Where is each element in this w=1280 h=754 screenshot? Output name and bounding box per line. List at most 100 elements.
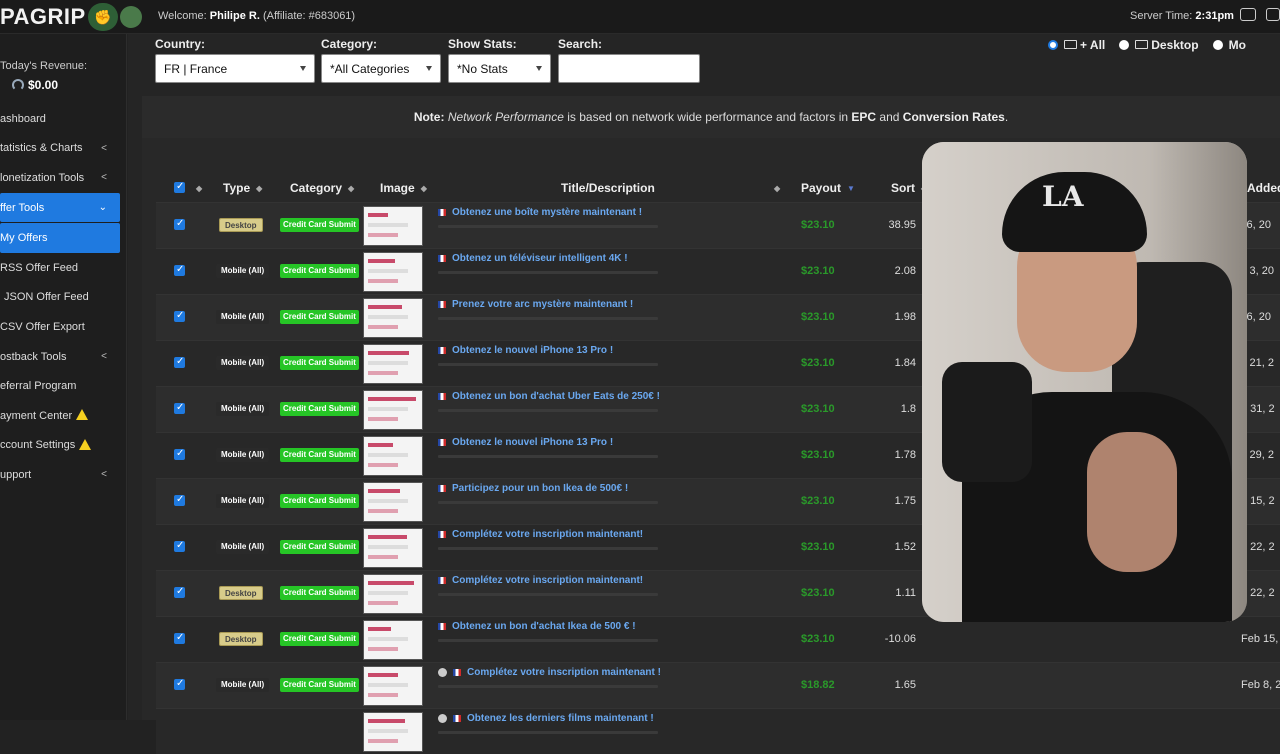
header-payout[interactable]: Payout ▼ — [801, 181, 855, 195]
select-all-checkbox[interactable] — [174, 181, 185, 193]
payout-value: $23.10 — [801, 587, 835, 599]
offer-thumbnail[interactable] — [363, 482, 423, 522]
row-checkbox[interactable] — [174, 218, 185, 230]
webcam-microphone — [942, 362, 1032, 482]
offer-thumbnail[interactable] — [363, 298, 423, 338]
offer-title-link[interactable]: Obtenez un bon d'achat Ikea de 500 € ! — [438, 621, 636, 632]
warning-icon — [79, 438, 92, 450]
category-badge: Credit Card Submit — [280, 632, 359, 646]
sidebar-item-account[interactable]: ccount Settings — [0, 431, 127, 461]
row-checkbox[interactable] — [174, 264, 185, 276]
messages-icon[interactable] — [1266, 8, 1280, 21]
header-title[interactable]: Title/Description — [561, 181, 655, 195]
table-row[interactable]: Mobile (All) Credit Card Submit Complétez … — [156, 662, 1280, 708]
sidebar-item-json-feed[interactable]: JSON Offer Feed — [0, 283, 127, 313]
offer-title-text: Obtenez le nouvel iPhone 13 Pro ! — [452, 437, 614, 448]
offer-thumbnail[interactable] — [363, 436, 423, 476]
offer-title-link[interactable]: Complétez votre inscription maintenant! — [438, 529, 643, 540]
offer-thumbnail[interactable] — [363, 574, 423, 614]
sidebar-item-dashboard[interactable]: ashboard — [0, 104, 127, 134]
sidebar-item-my-offers[interactable]: My Offers — [0, 223, 120, 253]
table-row[interactable]: Desktop Credit Card Submit Obtenez un bon … — [156, 616, 1280, 662]
category-select[interactable]: *All Categories — [321, 54, 441, 83]
row-checkbox[interactable] — [174, 632, 185, 644]
warning-icon — [76, 409, 89, 421]
note-conversion: Conversion Rates — [902, 110, 1005, 124]
table-row[interactable]: Obtenez les derniers films maintenant ! — [156, 708, 1280, 754]
device-option-all[interactable]: + All — [1048, 38, 1105, 52]
sidebar-item-referral[interactable]: eferral Program — [0, 371, 127, 401]
offer-thumbnail[interactable] — [363, 344, 423, 384]
offer-title-link[interactable]: Complétez votre inscription maintenant ! — [438, 667, 661, 678]
sort-icon: ◆ — [420, 184, 427, 193]
caret-down-icon — [426, 66, 432, 71]
sidebar-item-payment[interactable]: ayment Center — [0, 401, 127, 431]
sidebar-item-label: JSON Offer Feed — [4, 291, 89, 304]
offer-title-link[interactable]: Obtenez un bon d'achat Uber Eats de 250€… — [438, 391, 660, 402]
header-added[interactable]: Added — [1247, 181, 1280, 195]
header-category[interactable]: Category ◆ — [290, 181, 354, 195]
offer-title-link[interactable]: Participez pour un bon Ikea de 500€ ! — [438, 483, 628, 494]
chat-icon[interactable] — [1240, 8, 1256, 21]
offer-title-link[interactable]: Prenez votre arc mystère maintenant ! — [438, 299, 633, 310]
sidebar-item-support[interactable]: upport < — [0, 460, 127, 490]
type-badge: Mobile (All) — [216, 494, 270, 508]
offer-title-link[interactable]: Complétez votre inscription maintenant! — [438, 575, 643, 586]
category-badge: Credit Card Submit — [280, 310, 359, 324]
row-checkbox[interactable] — [174, 586, 185, 598]
offer-thumbnail[interactable] — [363, 666, 423, 706]
offer-thumbnail[interactable] — [363, 528, 423, 568]
chevron-left-icon: < — [101, 142, 107, 154]
header-title-sort[interactable]: ◆ — [768, 181, 780, 195]
device-option-desktop[interactable]: Desktop — [1119, 38, 1199, 52]
offer-description — [438, 317, 658, 320]
offer-thumbnail[interactable] — [363, 206, 423, 246]
filter-bar: Country: FR | France Category: *All Cate… — [128, 34, 1280, 96]
offer-thumbnail[interactable] — [363, 620, 423, 660]
france-flag-icon — [438, 209, 446, 216]
offer-title-link[interactable]: Obtenez un téléviseur intelligent 4K ! — [438, 253, 628, 264]
note-epc: EPC — [851, 110, 877, 124]
payout-value: $18.82 — [801, 679, 835, 691]
sidebar-item-rss-feed[interactable]: RSS Offer Feed — [0, 253, 127, 283]
offer-title-link[interactable]: Obtenez les derniers films maintenant ! — [438, 713, 654, 724]
offer-title-link[interactable]: Obtenez une boîte mystère maintenant ! — [438, 207, 642, 218]
header-image[interactable]: Image ◆ — [380, 181, 427, 195]
row-checkbox[interactable] — [174, 448, 185, 460]
sort-select-icon[interactable]: ◆ — [190, 181, 202, 195]
brand-logo[interactable]: PAGRIP ✊ — [0, 2, 142, 32]
row-checkbox[interactable] — [174, 678, 185, 690]
stats-select[interactable]: *No Stats — [448, 54, 551, 83]
row-checkbox[interactable] — [174, 310, 185, 322]
offer-thumbnail[interactable] — [363, 712, 423, 752]
offer-thumbnail[interactable] — [363, 252, 423, 292]
offer-title-link[interactable]: Obtenez le nouvel iPhone 13 Pro ! — [438, 345, 613, 356]
row-checkbox[interactable] — [174, 494, 185, 506]
webcam-hand — [1087, 432, 1177, 572]
sidebar-item-csv-export[interactable]: CSV Offer Export — [0, 312, 127, 342]
sort-value: 1.11 — [895, 587, 916, 599]
sidebar-item-postback[interactable]: ostback Tools < — [0, 342, 127, 372]
search-label: Search: — [558, 37, 603, 51]
category-badge: Credit Card Submit — [280, 494, 359, 508]
sidebar-item-statistics[interactable]: tatistics & Charts < — [0, 134, 127, 164]
sidebar-item-monetization[interactable]: lonetization Tools < — [0, 163, 127, 193]
webcam-overlay: LA — [922, 142, 1247, 622]
row-checkbox[interactable] — [174, 402, 185, 414]
france-flag-icon — [438, 255, 446, 262]
row-checkbox[interactable] — [174, 540, 185, 552]
offer-title-link[interactable]: Obtenez le nouvel iPhone 13 Pro ! — [438, 437, 613, 448]
category-value: *All Categories — [330, 62, 410, 76]
sidebar-item-offer-tools[interactable]: ffer Tools ⌄ — [0, 192, 120, 223]
note-middle: is based on network wide performance and… — [567, 110, 849, 124]
offer-thumbnail[interactable] — [363, 390, 423, 430]
search-input[interactable] — [558, 54, 700, 83]
country-select[interactable]: FR | France — [155, 54, 315, 83]
note-banner: Note: Network Performance is based on ne… — [142, 96, 1280, 138]
france-flag-icon — [438, 623, 446, 630]
row-checkbox[interactable] — [174, 356, 185, 368]
device-option-mobile[interactable]: Mo — [1212, 38, 1246, 52]
header-type[interactable]: Type ◆ — [223, 181, 262, 195]
sort-value: 1.98 — [894, 311, 916, 323]
offer-description — [438, 501, 658, 504]
